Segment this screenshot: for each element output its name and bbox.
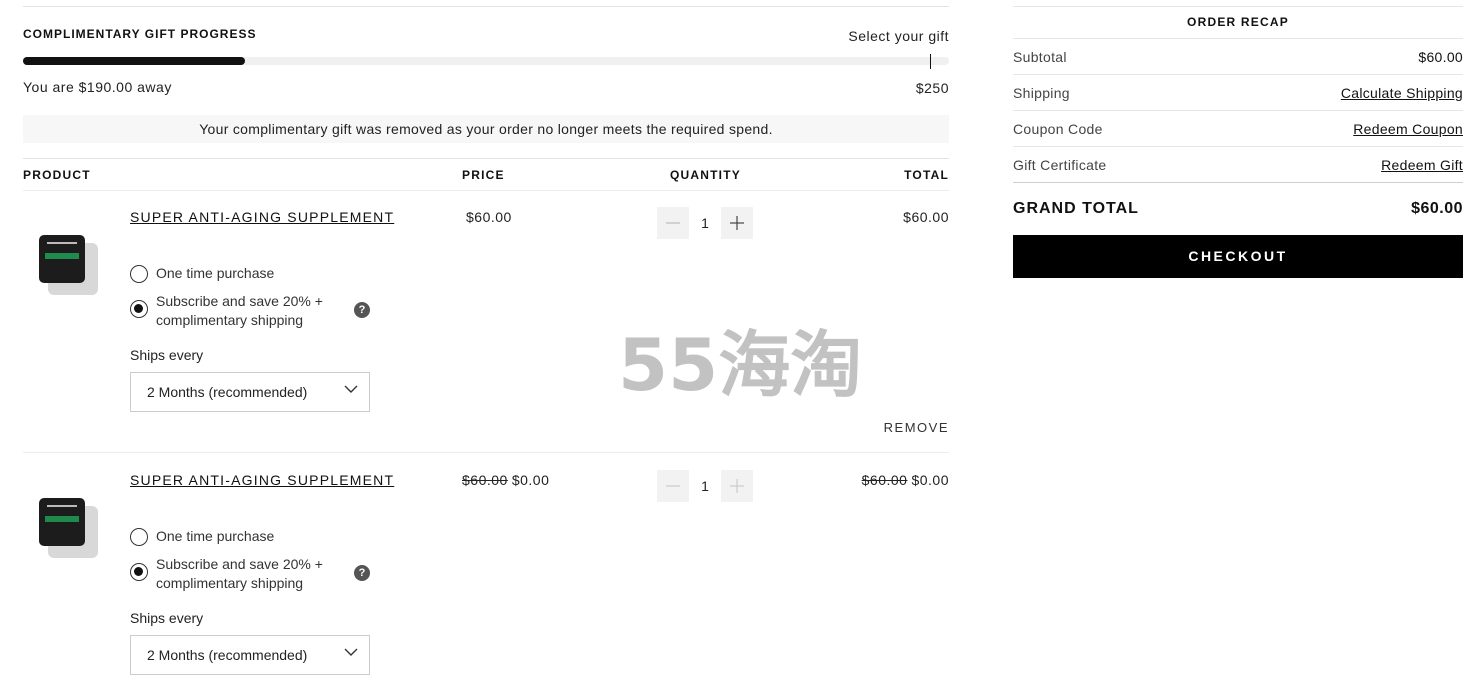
redeem-gift-link[interactable]: Redeem Gift [1381, 157, 1463, 173]
item-price: $60.00 [462, 209, 512, 225]
minus-icon [666, 222, 680, 224]
quantity-value[interactable]: 1 [689, 470, 721, 502]
ships-every-label: Ships every [130, 347, 204, 363]
top-divider [23, 6, 949, 7]
current-price: $60.00 [466, 209, 512, 225]
plus-icon [730, 216, 744, 230]
quantity-stepper: 1 [657, 207, 753, 239]
plus-icon [730, 479, 744, 493]
subscribe-label: Subscribe and save 20% + complimentary s… [156, 556, 323, 591]
subscribe-label: Subscribe and save 20% + complimentary s… [156, 293, 323, 328]
item-price: $60.00 $0.00 [462, 472, 549, 488]
redeem-coupon-link[interactable]: Redeem Coupon [1353, 121, 1463, 137]
current-total: $0.00 [911, 472, 949, 488]
one-time-label: One time purchase [156, 528, 275, 544]
ships-every-value: 2 Months (recommended) [147, 384, 308, 400]
recap-divider [1013, 182, 1463, 183]
gift-removed-notice: Your complimentary gift was removed as y… [23, 115, 949, 143]
coupon-label: Coupon Code [1013, 121, 1103, 137]
order-recap-title: ORDER RECAP [1187, 15, 1289, 29]
remove-item-button[interactable]: REMOVE [884, 420, 949, 435]
gift-goal-marker [930, 54, 931, 69]
chevron-down-icon [344, 385, 358, 393]
gift-progress-bar [23, 57, 949, 65]
ships-every-value: 2 Months (recommended) [147, 647, 308, 663]
header-total: TOTAL [904, 168, 949, 182]
subscribe-option[interactable]: Subscribe and save 20% + complimentary s… [130, 292, 336, 330]
ships-every-select[interactable]: 2 Months (recommended) [130, 372, 370, 412]
select-gift-link[interactable]: Select your gift [848, 28, 949, 44]
help-icon[interactable]: ? [354, 302, 370, 318]
product-thumbnail[interactable] [39, 235, 99, 295]
subscribe-radio[interactable] [130, 300, 148, 318]
chevron-down-icon [344, 648, 358, 656]
one-time-option[interactable]: One time purchase [130, 265, 274, 283]
quantity-value[interactable]: 1 [689, 207, 721, 239]
subscribe-radio[interactable] [130, 563, 148, 581]
help-icon[interactable]: ? [354, 565, 370, 581]
watermark: 55海淘 [618, 323, 863, 407]
header-product: PRODUCT [23, 168, 91, 182]
increase-quantity-button[interactable] [721, 470, 753, 502]
subtotal-value: $60.00 [1418, 49, 1463, 65]
increase-quantity-button[interactable] [721, 207, 753, 239]
header-price: PRICE [462, 168, 505, 182]
product-name-link[interactable]: SUPER ANTI-AGING SUPPLEMENT [130, 472, 394, 488]
gift-progress-fill [23, 57, 246, 65]
ships-every-select[interactable]: 2 Months (recommended) [130, 635, 370, 675]
one-time-label: One time purchase [156, 265, 275, 281]
header-quantity: QUANTITY [670, 168, 741, 182]
checkout-button[interactable]: CHECKOUT [1013, 235, 1463, 278]
one-time-radio[interactable] [130, 265, 148, 283]
ships-every-label: Ships every [130, 610, 204, 626]
recap-divider [1013, 146, 1463, 147]
one-time-option[interactable]: One time purchase [130, 528, 274, 546]
shipping-label: Shipping [1013, 85, 1070, 101]
gift-progress-title: COMPLIMENTARY GIFT PROGRESS [23, 27, 257, 41]
item-total: $60.00 $0.00 [862, 472, 949, 488]
grand-total-label: GRAND TOTAL [1013, 200, 1139, 217]
subscribe-option[interactable]: Subscribe and save 20% + complimentary s… [130, 555, 336, 593]
calculate-shipping-link[interactable]: Calculate Shipping [1341, 85, 1463, 101]
grand-total-value: $60.00 [1411, 200, 1463, 217]
recap-divider [1013, 110, 1463, 111]
recap-divider [1013, 6, 1463, 7]
gift-certificate-label: Gift Certificate [1013, 157, 1107, 173]
table-divider [23, 158, 949, 159]
product-thumbnail[interactable] [39, 498, 99, 558]
recap-divider [1013, 74, 1463, 75]
original-total: $60.00 [861, 472, 908, 488]
decrease-quantity-button[interactable] [657, 207, 689, 239]
gift-goal-amount: $250 [915, 80, 949, 96]
minus-icon [666, 485, 680, 487]
one-time-radio[interactable] [130, 528, 148, 546]
product-name-link[interactable]: SUPER ANTI-AGING SUPPLEMENT [130, 209, 394, 225]
decrease-quantity-button[interactable] [657, 470, 689, 502]
current-price: $0.00 [511, 472, 550, 488]
subtotal-label: Subtotal [1013, 49, 1067, 65]
original-price: $60.00 [462, 472, 508, 488]
gift-away-text: You are $190.00 away [23, 79, 172, 95]
item-total: $60.00 [899, 209, 949, 225]
recap-divider [1013, 38, 1463, 39]
cart-item: SUPER ANTI-AGING SUPPLEMENT One time pur… [23, 453, 949, 693]
quantity-stepper: 1 [657, 470, 753, 502]
current-total: $60.00 [903, 209, 949, 225]
